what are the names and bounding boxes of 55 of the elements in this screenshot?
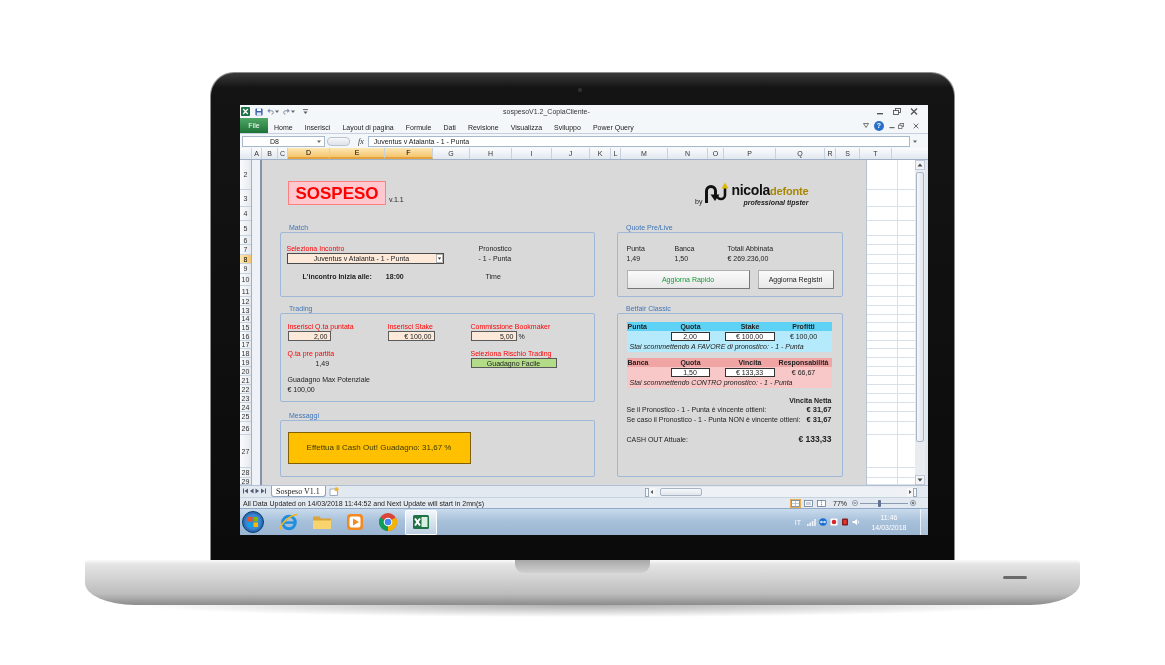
- start-icon[interactable]: [242, 511, 264, 533]
- scroll-left-icon[interactable]: [649, 488, 655, 496]
- double-arrow-icon[interactable]: [819, 518, 827, 526]
- restore-icon[interactable]: [898, 122, 904, 129]
- next-sheet-icon[interactable]: [255, 488, 260, 494]
- spreadsheet-icon[interactable]: [411, 512, 431, 532]
- page-layout-icon[interactable]: [803, 498, 814, 508]
- zoom-in-icon[interactable]: [910, 500, 916, 506]
- caret-icon[interactable]: [317, 139, 321, 143]
- save-icon[interactable]: [255, 107, 263, 116]
- close-icon[interactable]: [910, 108, 918, 115]
- page-break-view-icon[interactable]: [816, 498, 827, 508]
- restore-icon[interactable]: [893, 108, 901, 115]
- pane-split-bar[interactable]: [252, 160, 262, 485]
- caret-icon[interactable]: [912, 139, 917, 143]
- horizontal-scrollbar[interactable]: [645, 487, 917, 497]
- caret-icon[interactable]: [863, 123, 869, 128]
- caret-icon[interactable]: [291, 110, 295, 113]
- normal-view-icon[interactable]: [790, 498, 801, 508]
- undo-icon[interactable]: [267, 108, 274, 115]
- brand-name: nicoladefonte: [731, 183, 809, 199]
- browser-icon[interactable]: [378, 512, 398, 532]
- scroll-thumb[interactable]: [660, 488, 702, 496]
- scroll-thumb[interactable]: [916, 172, 924, 442]
- insert-function-button[interactable]: fx: [358, 136, 364, 146]
- scroll-right-icon[interactable]: [907, 488, 913, 496]
- zoom-slider-thumb[interactable]: [878, 499, 881, 507]
- zoom-out-icon[interactable]: [852, 500, 858, 506]
- cash-out-message: Effettua il Cash Out! Guadagno: 31,67 %: [287, 431, 471, 464]
- internet-browser-icon[interactable]: [279, 512, 299, 532]
- last-sheet-icon[interactable]: [261, 488, 266, 494]
- taskbar-button[interactable]: [405, 509, 437, 535]
- media-player-icon[interactable]: [345, 512, 365, 532]
- cash-out-value: € 133,33: [798, 434, 832, 444]
- split-handle[interactable]: [645, 487, 649, 497]
- zoom-slider[interactable]: [860, 499, 908, 507]
- speaker-icon[interactable]: [852, 518, 860, 526]
- arrows-logo-icon: [705, 182, 730, 203]
- first-sheet-icon[interactable]: [243, 488, 248, 494]
- record-icon[interactable]: [830, 518, 838, 526]
- status-light-icon: [1003, 576, 1027, 579]
- app-title: SOSPESO: [288, 181, 386, 205]
- redo-icon[interactable]: [283, 108, 290, 115]
- insert-sheet-icon[interactable]: [329, 487, 339, 496]
- close-icon[interactable]: [913, 122, 919, 129]
- vertical-scrollbar[interactable]: [915, 160, 925, 485]
- scroll-down-icon[interactable]: [915, 475, 925, 485]
- tray-app-icon[interactable]: [841, 518, 849, 526]
- caret-icon[interactable]: [275, 110, 279, 113]
- customize-icon[interactable]: [303, 108, 308, 115]
- caret-icon[interactable]: [435, 254, 443, 263]
- previous-sheet-icon[interactable]: [249, 488, 254, 494]
- scroll-up-icon[interactable]: [915, 160, 925, 170]
- resize-handle[interactable]: [327, 136, 350, 146]
- split-handle[interactable]: [913, 487, 917, 497]
